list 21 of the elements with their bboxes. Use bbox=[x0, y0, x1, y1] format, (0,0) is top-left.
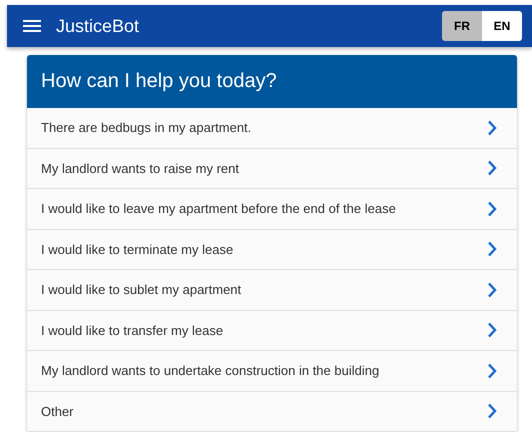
menu-icon[interactable] bbox=[23, 19, 41, 33]
option-item[interactable]: I would like to transfer my lease bbox=[27, 310, 517, 351]
option-item[interactable]: Other bbox=[27, 392, 517, 432]
option-item[interactable]: There are bedbugs in my apartment. bbox=[27, 108, 517, 148]
chevron-icon bbox=[487, 322, 497, 338]
app-title: JusticeBot bbox=[56, 16, 140, 36]
chevron-icon bbox=[487, 282, 497, 298]
option-item[interactable]: My landlord wants to undertake construction in the building bbox=[27, 351, 517, 392]
card-title: How can I help you today? bbox=[41, 70, 277, 93]
chevron-icon bbox=[487, 160, 497, 176]
chevron-icon bbox=[487, 362, 497, 379]
chevron-icon bbox=[487, 403, 497, 420]
option-item[interactable]: I would like to sublet my apartment bbox=[27, 270, 517, 310]
option-item[interactable]: I would like to leave my apartment before the end of the lease bbox=[27, 189, 517, 230]
chevron-icon bbox=[487, 241, 497, 258]
language-button[interactable]: FR bbox=[442, 11, 482, 41]
chevron-icon bbox=[487, 200, 497, 217]
language-button[interactable]: EN bbox=[482, 11, 522, 41]
option-item[interactable]: I would like to terminate my lease bbox=[27, 230, 517, 270]
option-item[interactable]: My landlord wants to raise my rent bbox=[27, 148, 517, 189]
chevron-icon bbox=[487, 120, 497, 136]
